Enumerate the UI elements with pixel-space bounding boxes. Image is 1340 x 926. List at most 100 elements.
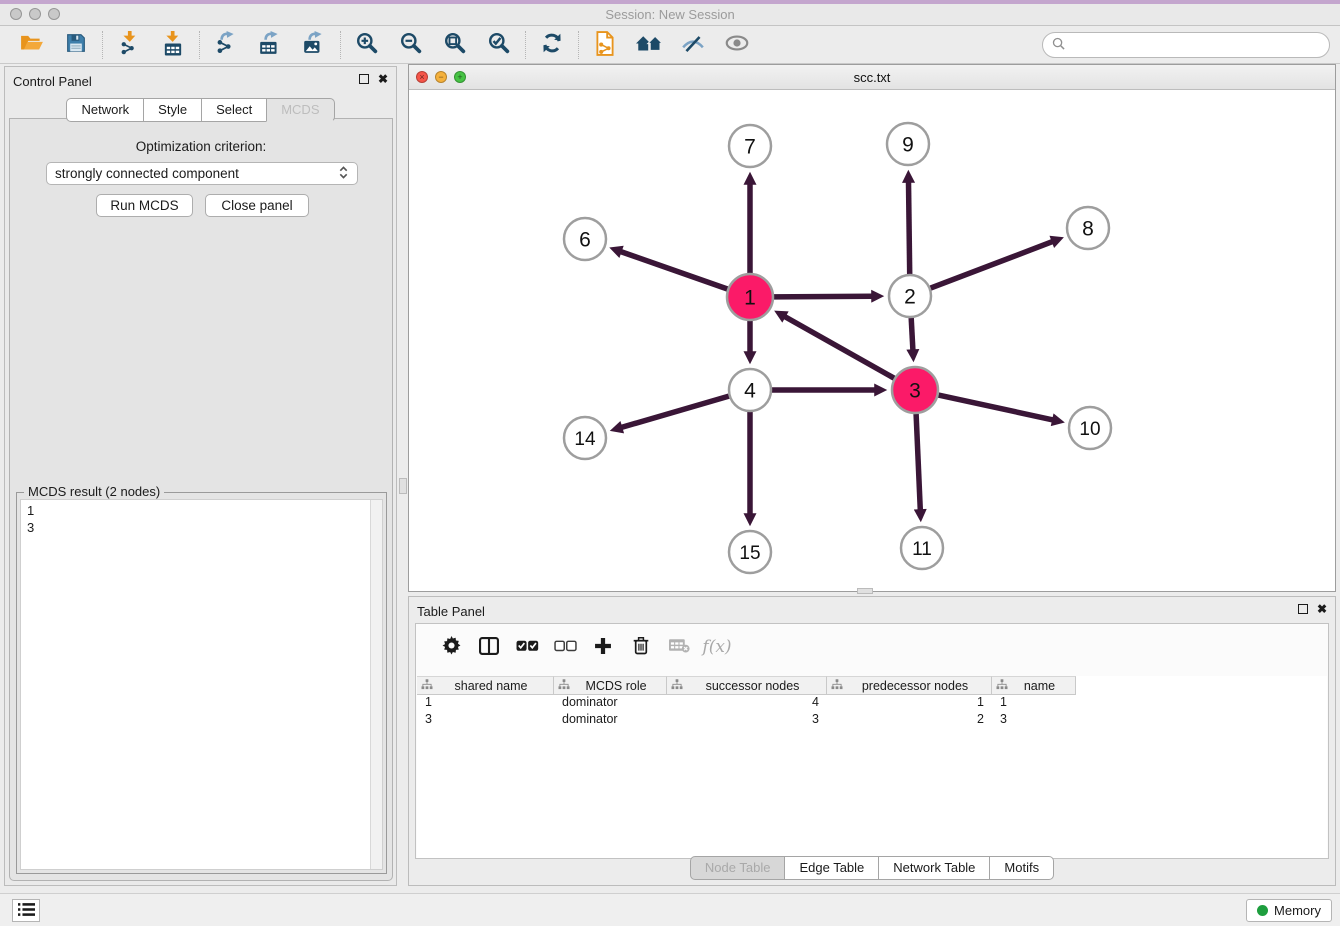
graph-node-11[interactable]: 11 bbox=[901, 527, 943, 569]
result-scrollbar[interactable] bbox=[370, 500, 382, 869]
column-type-icon bbox=[671, 679, 683, 693]
graph-node-4[interactable]: 4 bbox=[729, 369, 771, 411]
graph-node-1[interactable]: 1 bbox=[727, 274, 773, 320]
delete-columns-button[interactable] bbox=[622, 630, 660, 664]
table-cell[interactable]: 3 bbox=[417, 712, 554, 729]
table-cell[interactable]: 3 bbox=[992, 712, 1076, 729]
float-table-panel-icon[interactable] bbox=[1298, 604, 1308, 614]
search-input[interactable] bbox=[1070, 37, 1320, 52]
column-type-icon bbox=[421, 679, 433, 693]
graph-edge-3-1[interactable] bbox=[785, 317, 894, 379]
search-box[interactable] bbox=[1042, 32, 1330, 58]
table-cell[interactable]: 1 bbox=[827, 695, 992, 712]
close-panel-icon[interactable]: ✖ bbox=[378, 74, 388, 84]
table-cell[interactable]: dominator bbox=[554, 712, 667, 729]
zoom-fit-button[interactable] bbox=[433, 29, 477, 61]
import-network-button[interactable] bbox=[107, 29, 151, 61]
show-columns-button[interactable] bbox=[470, 630, 508, 664]
panel-splitter-grip[interactable] bbox=[399, 478, 407, 494]
float-panel-icon[interactable] bbox=[359, 74, 369, 84]
graph-edge-1-6[interactable] bbox=[621, 252, 728, 289]
table-cell[interactable]: 2 bbox=[827, 712, 992, 729]
control-panel-title: Control Panel bbox=[13, 74, 92, 89]
table-cell[interactable]: 3 bbox=[667, 712, 827, 729]
column-header-name[interactable]: name bbox=[992, 676, 1076, 695]
tab-edge-table[interactable]: Edge Table bbox=[784, 856, 879, 880]
export-table-button[interactable] bbox=[248, 29, 292, 61]
graph-edge-2-3[interactable] bbox=[911, 318, 913, 350]
export-image-button[interactable] bbox=[292, 29, 336, 61]
svg-text:14: 14 bbox=[574, 429, 596, 450]
tab-network[interactable]: Network bbox=[66, 98, 144, 122]
first-neighbors-button[interactable] bbox=[627, 29, 671, 61]
tab-mcds[interactable]: MCDS bbox=[266, 98, 334, 122]
graph-node-8[interactable]: 8 bbox=[1067, 207, 1109, 249]
node-table: shared nameMCDS rolesuccessor nodesprede… bbox=[417, 676, 1327, 858]
tab-node-table[interactable]: Node Table bbox=[690, 856, 786, 880]
graph-edge-3-10[interactable] bbox=[939, 395, 1053, 420]
close-panel-button[interactable]: Close panel bbox=[205, 194, 309, 217]
memory-button[interactable]: Memory bbox=[1246, 899, 1332, 922]
hide-selected-button[interactable] bbox=[671, 29, 715, 61]
task-history-button[interactable] bbox=[12, 899, 40, 922]
export-image-icon bbox=[303, 31, 325, 58]
column-type-icon bbox=[996, 679, 1008, 693]
graph-node-14[interactable]: 14 bbox=[564, 417, 606, 459]
graph-node-7[interactable]: 7 bbox=[729, 125, 771, 167]
graph-edge-1-2[interactable] bbox=[774, 296, 872, 297]
export-network-button[interactable] bbox=[204, 29, 248, 61]
delete-columns-icon bbox=[633, 636, 649, 658]
save-session-icon bbox=[66, 33, 86, 56]
zoom-in-button[interactable] bbox=[345, 29, 389, 61]
import-table-button[interactable] bbox=[151, 29, 195, 61]
graph-edge-4-14[interactable] bbox=[622, 396, 729, 427]
mcds-result-group: MCDS result (2 nodes) 1 3 bbox=[16, 492, 387, 874]
column-header-shared-name[interactable]: shared name bbox=[417, 676, 554, 695]
run-mcds-button[interactable]: Run MCDS bbox=[96, 194, 193, 217]
network-canvas[interactable]: 7 9 6 8 1 2 4 3 14 10 15 11 bbox=[409, 90, 1335, 591]
table-cell[interactable]: 4 bbox=[667, 695, 827, 712]
graph-node-15[interactable]: 15 bbox=[729, 531, 771, 573]
svg-text:8: 8 bbox=[1082, 218, 1094, 241]
criterion-select[interactable]: strongly connected component bbox=[46, 162, 358, 185]
graph-edge-3-11[interactable] bbox=[916, 414, 920, 510]
tab-select[interactable]: Select bbox=[201, 98, 267, 122]
toolbar-separator bbox=[340, 31, 341, 59]
column-header-MCDS-role[interactable]: MCDS role bbox=[554, 676, 667, 695]
open-file-button[interactable] bbox=[10, 29, 54, 61]
table-cell[interactable]: dominator bbox=[554, 695, 667, 712]
titlebar-accent-strip bbox=[0, 0, 1340, 4]
column-header-predecessor-nodes[interactable]: predecessor nodes bbox=[827, 676, 992, 695]
add-column-button[interactable] bbox=[584, 630, 622, 664]
zoom-selected-button[interactable] bbox=[477, 29, 521, 61]
graph-node-3[interactable]: 3 bbox=[892, 367, 938, 413]
select-all-columns-button[interactable] bbox=[508, 630, 546, 664]
graph-node-2[interactable]: 2 bbox=[889, 275, 931, 317]
graph-edge-2-8[interactable] bbox=[931, 242, 1053, 289]
window-splitter-grip[interactable] bbox=[857, 588, 873, 594]
refresh-layout-button[interactable] bbox=[530, 29, 574, 61]
tab-motifs[interactable]: Motifs bbox=[989, 856, 1054, 880]
tab-style[interactable]: Style bbox=[143, 98, 202, 122]
graph-node-9[interactable]: 9 bbox=[887, 123, 929, 165]
control-panel-tabs: NetworkStyleSelectMCDS bbox=[5, 98, 396, 122]
open-file-icon bbox=[20, 33, 44, 56]
graph-node-10[interactable]: 10 bbox=[1069, 407, 1111, 449]
new-network-from-selection-button[interactable] bbox=[583, 29, 627, 61]
table-cell[interactable]: 1 bbox=[992, 695, 1076, 712]
graph-node-6[interactable]: 6 bbox=[564, 218, 606, 260]
tab-network-table[interactable]: Network Table bbox=[878, 856, 990, 880]
table-row[interactable]: 3dominator323 bbox=[417, 712, 1327, 729]
column-header-successor-nodes[interactable]: successor nodes bbox=[667, 676, 827, 695]
show-all-button[interactable] bbox=[715, 29, 759, 61]
table-settings-button[interactable] bbox=[432, 630, 470, 664]
graph-edge-2-9[interactable] bbox=[909, 182, 910, 274]
zoom-out-button[interactable] bbox=[389, 29, 433, 61]
table-cell[interactable]: 1 bbox=[417, 695, 554, 712]
save-session-button[interactable] bbox=[54, 29, 98, 61]
mcds-result-text: 1 3 bbox=[21, 500, 370, 869]
close-table-panel-icon[interactable]: ✖ bbox=[1317, 604, 1327, 614]
unselect-all-columns-button[interactable] bbox=[546, 630, 584, 664]
show-all-icon bbox=[725, 35, 749, 54]
table-row[interactable]: 1dominator411 bbox=[417, 695, 1327, 712]
